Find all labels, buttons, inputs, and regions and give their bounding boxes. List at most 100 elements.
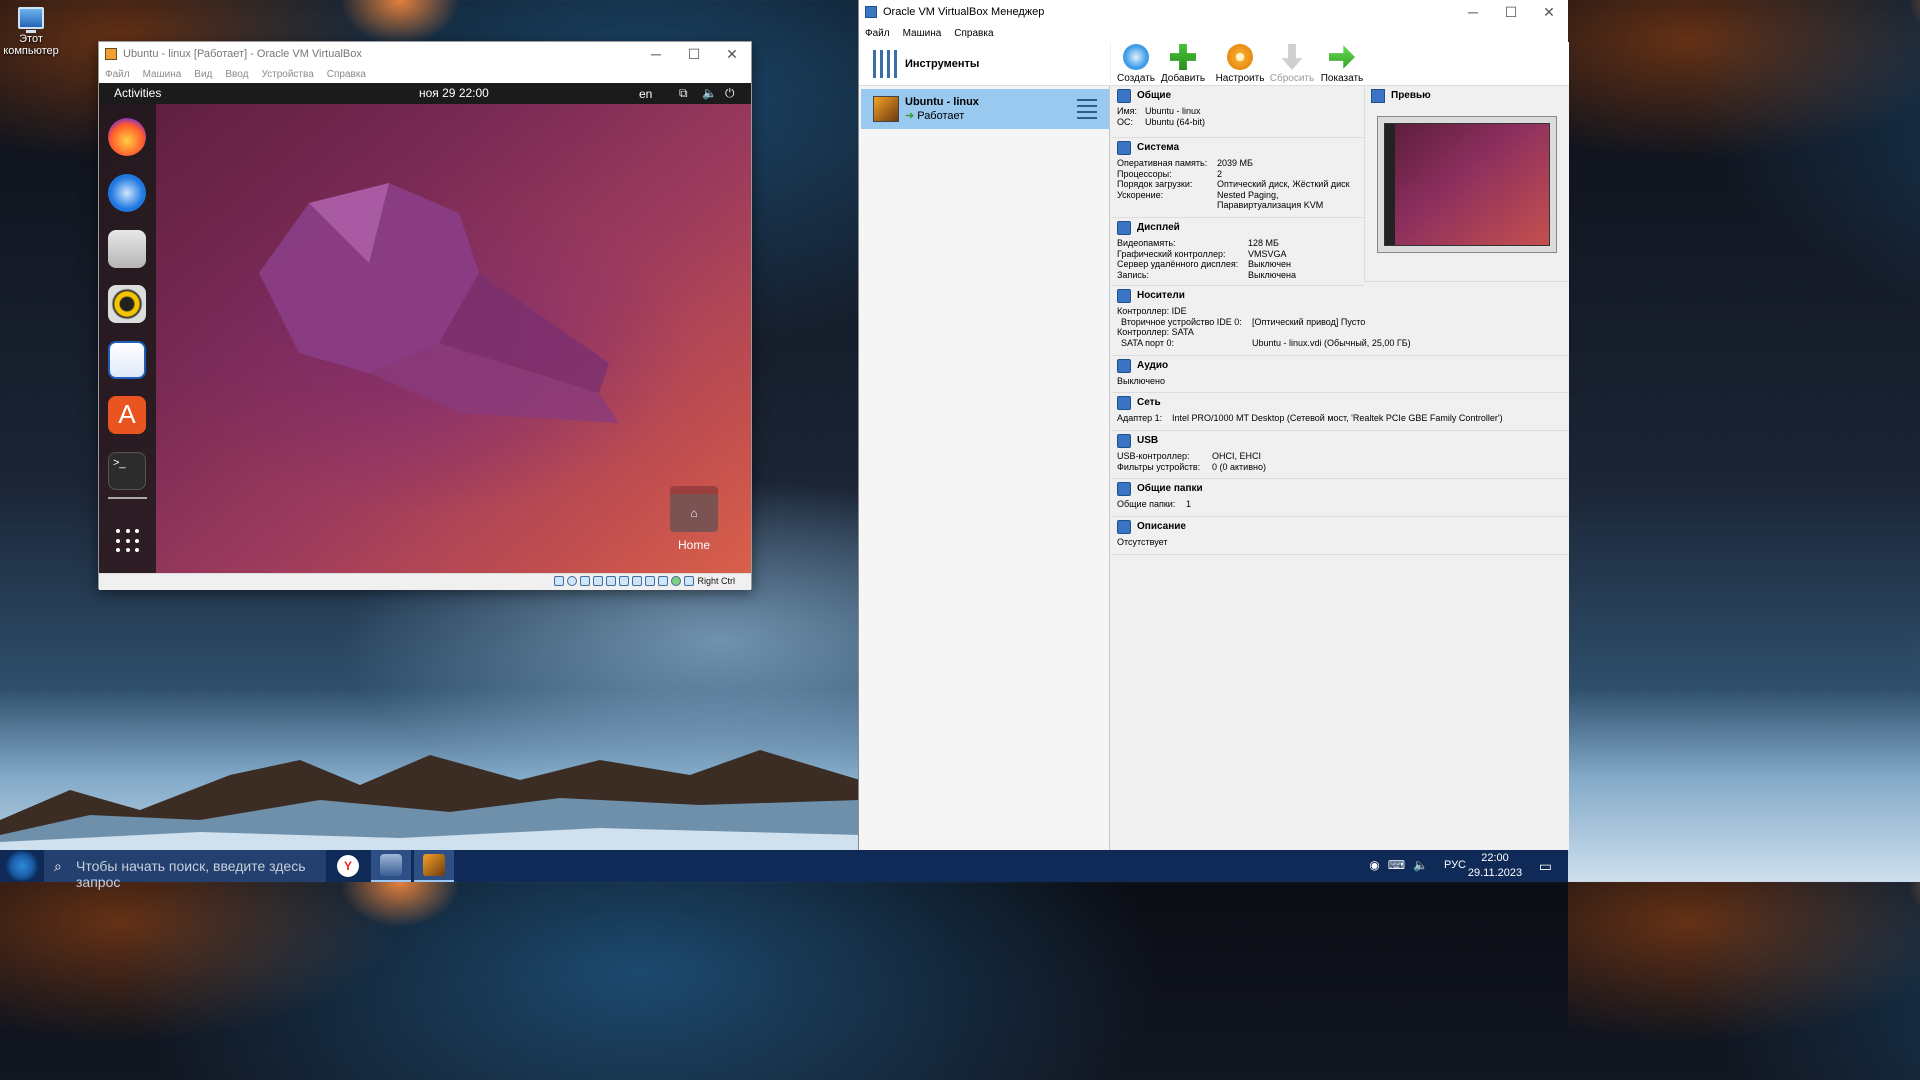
vm-window: Ubuntu - linux [Работает] - Oracle VM Vi… [98, 41, 752, 590]
display-controller-value: VMSVGA [1248, 248, 1287, 259]
tray-time[interactable]: 22:00 [1467, 852, 1523, 864]
thunderbird-icon[interactable] [108, 174, 146, 212]
desktop-icon-this-pc[interactable]: Этот компьютер [0, 5, 62, 57]
ubuntu-dock: A >_ [99, 104, 156, 573]
vm-window-titlebar[interactable]: Ubuntu - linux [Работает] - Oracle VM Vi… [99, 42, 751, 66]
preview-thumbnail [1377, 116, 1557, 253]
create-icon [1123, 44, 1149, 70]
tools-icon [873, 50, 899, 78]
tray-date[interactable]: 29.11.2023 [1467, 867, 1523, 879]
settings-button[interactable]: Настроить [1215, 42, 1265, 86]
network-status-icon[interactable] [593, 576, 604, 586]
general-os-key: ОС: [1117, 116, 1134, 127]
menu-help[interactable]: Справка [954, 28, 993, 39]
shared-folders-status-icon[interactable] [619, 576, 630, 586]
tools-label: Инструменты [905, 58, 980, 70]
display-controller-key: Графический контроллер: [1117, 248, 1226, 259]
close-button[interactable]: ✕ [713, 46, 751, 63]
minimize-button[interactable]: ─ [637, 46, 675, 63]
hdd-status-icon[interactable] [554, 576, 565, 586]
virtualbox-tray-icon[interactable]: ◉ [1369, 858, 1379, 872]
activities-button[interactable]: Activities [114, 86, 161, 100]
menu-view[interactable]: Вид [194, 69, 212, 80]
guest-screen[interactable]: Activities ноя 29 22:00 en ⧉ 🔈 ⏻ A >_ ⌂ … [99, 83, 751, 573]
menu-machine[interactable]: Машина [143, 69, 182, 80]
rhythmbox-icon[interactable] [108, 285, 146, 323]
start-button[interactable] [4, 851, 40, 881]
show-apps-icon[interactable] [116, 529, 140, 553]
section-description-title[interactable]: Описание [1111, 517, 1569, 537]
home-folder-icon: ⌂ [670, 486, 718, 532]
storage-sata-controller: Контроллер: SATA [1117, 327, 1194, 337]
audio-status-icon[interactable] [580, 576, 591, 586]
network-icon[interactable]: ⧉ [679, 86, 688, 101]
display-vram-key: Видеопамять: [1117, 238, 1176, 248]
minimize-button[interactable]: ─ [1454, 4, 1492, 21]
create-button[interactable]: Создать [1111, 42, 1161, 86]
recording-status-icon[interactable] [645, 576, 656, 586]
gnome-clock[interactable]: ноя 29 22:00 [419, 86, 489, 100]
display-rdp-key: Сервер удалённого дисплея: [1117, 259, 1239, 269]
section-usb: USB USB-контроллер: OHCI, EHCI Фильтры ус… [1111, 431, 1569, 479]
section-usb-title[interactable]: USB [1111, 431, 1569, 451]
terminal-icon[interactable]: >_ [108, 452, 146, 490]
section-general: Общие Имя: Ubuntu - linux ОС: Ubuntu (64-b… [1111, 86, 1364, 138]
menu-file[interactable]: Файл [105, 69, 130, 80]
section-preview: Превью [1364, 86, 1569, 282]
host-key-icon[interactable] [684, 576, 695, 586]
usb-filters-value: 0 (0 активно) [1212, 461, 1266, 472]
section-shared-folders-title[interactable]: Общие папки [1111, 479, 1569, 499]
manager-titlebar[interactable]: Oracle VM VirtualBox Менеджер ─ ☐ ✕ [859, 0, 1568, 24]
section-audio-title[interactable]: Аудио [1111, 356, 1569, 376]
create-label: Создать [1116, 73, 1155, 84]
notifications-icon[interactable]: ▭ [1539, 858, 1552, 875]
home-desktop-icon[interactable]: ⌂ Home [669, 486, 719, 554]
manager-title: Oracle VM VirtualBox Менеджер [883, 6, 1045, 18]
section-network-title[interactable]: Сеть [1111, 393, 1569, 413]
audio-value: Выключено [1117, 376, 1165, 386]
vm-menu-icon[interactable] [1077, 99, 1097, 119]
section-system-title[interactable]: Система [1111, 138, 1364, 158]
vm-list-item-ubuntu[interactable]: Ubuntu - linux Работает [861, 89, 1109, 129]
section-storage-title[interactable]: Носители [1111, 286, 1569, 306]
usb-status-icon[interactable] [606, 576, 617, 586]
menu-file[interactable]: Файл [865, 28, 890, 39]
power-icon[interactable]: ⏻ [725, 86, 735, 101]
menu-devices[interactable]: Устройства [261, 69, 313, 80]
menu-machine[interactable]: Машина [903, 28, 942, 39]
volume-tray-icon[interactable]: 🔈 [1413, 858, 1428, 872]
files-icon[interactable] [108, 230, 146, 268]
show-button[interactable]: Показать [1317, 42, 1367, 86]
firefox-icon[interactable] [108, 118, 146, 156]
software-icon[interactable]: A [108, 396, 146, 434]
section-preview-title[interactable]: Превью [1365, 86, 1569, 106]
taskbar-yandex[interactable]: Y [328, 850, 368, 882]
display-recording-key: Запись: [1117, 269, 1150, 280]
section-general-title[interactable]: Общие [1111, 86, 1364, 106]
menu-input[interactable]: Ввод [225, 69, 248, 80]
input-language[interactable]: en [639, 87, 652, 101]
input-language-indicator[interactable]: РУС [1444, 859, 1466, 871]
dock-separator [108, 497, 147, 499]
maximize-button[interactable]: ☐ [1492, 4, 1530, 21]
cpu-status-icon[interactable] [658, 576, 669, 586]
taskbar-search[interactable]: ⌕ Чтобы начать поиск, введите здесь запр… [44, 850, 326, 890]
network-tray-icon[interactable]: ⌨ [1388, 858, 1405, 872]
system-boot-value: Оптический диск, Жёсткий диск [1217, 179, 1350, 189]
display-rdp-value: Выключен [1248, 259, 1291, 269]
tools-item[interactable]: Инструменты [859, 42, 1110, 86]
optical-status-icon[interactable] [567, 576, 578, 586]
mouse-integration-icon[interactable] [671, 576, 682, 586]
discard-button[interactable]: Сбросить [1267, 42, 1317, 86]
menu-help[interactable]: Справка [327, 69, 366, 80]
taskbar-virtualbox-manager[interactable] [371, 850, 411, 882]
volume-icon[interactable]: 🔈 [702, 86, 717, 100]
taskbar-vm-ubuntu[interactable] [414, 850, 454, 882]
section-display-title[interactable]: Дисплей [1111, 218, 1364, 238]
add-button[interactable]: Добавить [1158, 42, 1208, 86]
writer-icon[interactable] [108, 341, 146, 379]
close-button[interactable]: ✕ [1530, 4, 1568, 21]
maximize-button[interactable]: ☐ [675, 46, 713, 63]
display-status-icon[interactable] [632, 576, 643, 586]
section-shared-folders: Общие папки Общие папки: 1 [1111, 479, 1569, 517]
